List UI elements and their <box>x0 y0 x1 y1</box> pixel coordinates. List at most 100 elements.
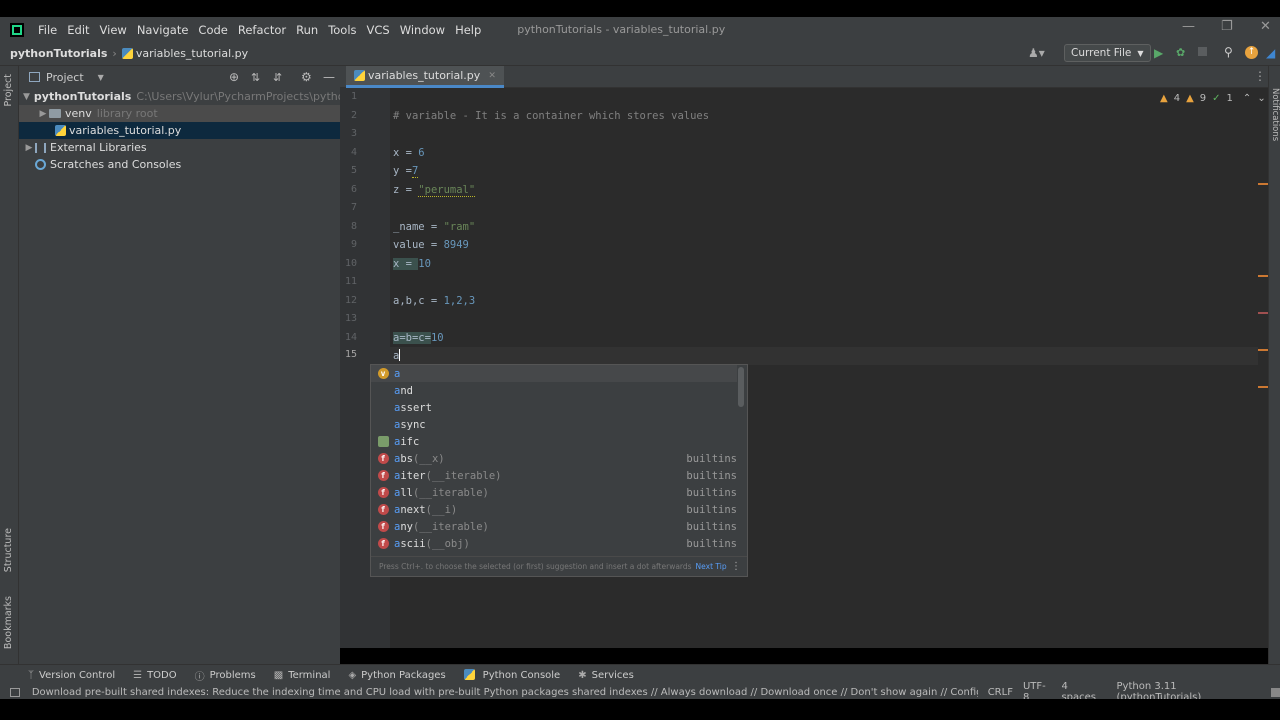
completion-item[interactable]: a sync <box>371 416 737 433</box>
tool-problems[interactable]: ⓘ Problems <box>195 668 256 683</box>
completion-params: (__i) <box>425 503 458 516</box>
completion-item[interactable]: a nd <box>371 382 737 399</box>
gear-icon[interactable]: ⚙ <box>301 70 312 84</box>
completion-item[interactable]: f a scii (__obj) builtins <box>371 535 737 552</box>
package-icon: ◈ <box>348 669 357 681</box>
completion-rest: iter <box>400 469 426 482</box>
menu-run[interactable]: Run <box>296 23 318 37</box>
next-tip-link[interactable]: Next Tip <box>696 562 727 571</box>
breadcrumb-file[interactable]: variables_tutorial.py <box>136 47 248 60</box>
menu-refactor[interactable]: Refactor <box>238 23 286 37</box>
project-panel-title[interactable]: Project <box>46 71 84 84</box>
search-icon[interactable]: ⚲ <box>1224 45 1233 59</box>
tree-item-file[interactable]: variables_tutorial.py <box>19 122 340 139</box>
lock-icon[interactable] <box>1271 687 1280 697</box>
update-icon[interactable]: ↑ <box>1245 46 1258 59</box>
function-icon: f <box>376 453 390 465</box>
run-icon[interactable]: ▶ <box>1154 46 1163 60</box>
menu-help[interactable]: Help <box>455 23 481 37</box>
completion-item[interactable]: f a ll (__iterable) builtins <box>371 484 737 501</box>
line-number: 1 <box>350 91 357 102</box>
file-label: variables_tutorial.py <box>69 124 182 137</box>
root-folder-label: pythonTutorials <box>33 90 132 103</box>
external-libraries-label: External Libraries <box>50 141 147 154</box>
menu-vcs[interactable]: VCS <box>367 23 390 37</box>
jetbrains-logo-icon[interactable]: ◢ <box>1266 46 1275 60</box>
more-options-icon[interactable]: ⋮ <box>731 561 741 572</box>
warning-icon: ▲ <box>1160 93 1168 104</box>
weak-warning-icon: ▲ <box>1186 93 1194 104</box>
menu-window[interactable]: Window <box>400 23 445 37</box>
chevron-down-icon[interactable]: ▼ <box>98 73 104 82</box>
tab-variables-tutorial[interactable]: variables_tutorial.py ✕ <box>346 66 504 88</box>
chevron-right-icon[interactable]: ▶ <box>23 143 35 153</box>
completion-item[interactable]: a ssert <box>371 399 737 416</box>
menu-tools[interactable]: Tools <box>328 23 356 37</box>
tool-python-packages[interactable]: ◈ Python Packages <box>348 670 445 681</box>
completion-item[interactable]: f a bs (__x) builtins <box>371 450 737 467</box>
line-separator[interactable]: CRLF <box>988 687 1013 698</box>
run-config-select[interactable]: Current File ▼ <box>1064 44 1151 62</box>
chevron-down-icon[interactable]: ⌄ <box>1257 93 1265 104</box>
user-icon[interactable]: ♟▾ <box>1028 46 1045 60</box>
function-icon: f <box>376 521 390 533</box>
chevron-up-icon[interactable]: ⌃ <box>1243 93 1251 104</box>
code-text: y = <box>393 165 412 177</box>
menu-view[interactable]: View <box>100 23 127 37</box>
tree-item-root[interactable]: ▼ pythonTutorials C:\Users\Vylur\Pycharm… <box>19 88 340 105</box>
collapse-all-icon[interactable]: ⇵ <box>273 71 282 84</box>
more-options-icon[interactable]: ⋮ <box>1254 69 1266 83</box>
status-message[interactable]: Download pre-built shared indexes: Reduc… <box>32 687 978 698</box>
tool-todo[interactable]: ☰ TODO <box>133 670 177 681</box>
notifications-tool-tab[interactable]: Notifications <box>1270 88 1280 141</box>
restore-icon[interactable]: ❐ <box>1221 19 1233 34</box>
menu-navigate[interactable]: Navigate <box>137 23 189 37</box>
completion-type: builtins <box>686 503 737 516</box>
line-number: 11 <box>344 276 357 287</box>
warning-count: 4 <box>1173 93 1181 104</box>
tree-item-scratches[interactable]: Scratches and Consoles <box>19 156 340 173</box>
tool-services[interactable]: ✱ Services <box>578 670 634 681</box>
completion-item[interactable]: a ifc <box>371 433 737 450</box>
completion-rest: nd <box>400 384 413 397</box>
inspection-widget[interactable]: ▲ 4 ▲ 9 ✓ 1 ⌃ ⌄ <box>1160 93 1266 104</box>
close-icon[interactable]: ✕ <box>1260 19 1271 34</box>
tool-terminal[interactable]: ▩ Terminal <box>274 670 331 681</box>
current-line-highlight <box>390 347 1258 365</box>
hide-panel-icon[interactable]: — <box>323 70 335 84</box>
expand-all-icon[interactable]: ⇅ <box>251 71 260 84</box>
tool-windows-icon[interactable] <box>10 687 20 697</box>
project-tool-tab[interactable]: Project <box>3 74 14 107</box>
completion-scrollbar[interactable] <box>738 367 744 407</box>
left-tool-strip: Project Structure Bookmarks <box>0 66 19 664</box>
menu-edit[interactable]: Edit <box>67 23 89 37</box>
locate-file-icon[interactable]: ⊕ <box>229 70 239 84</box>
tool-python-console[interactable]: Python Console <box>463 668 560 682</box>
code-line: x = 10 <box>393 258 431 270</box>
completion-type: builtins <box>686 486 737 499</box>
close-tab-icon[interactable]: ✕ <box>488 71 496 81</box>
tree-item-external-libraries[interactable]: ▶ External Libraries <box>19 139 340 156</box>
stop-icon[interactable] <box>1198 47 1207 56</box>
menu-file[interactable]: File <box>38 23 57 37</box>
breadcrumb-project[interactable]: pythonTutorials <box>10 47 107 60</box>
completion-hint: Press Ctrl+. to choose the selected (or … <box>379 562 692 571</box>
code-number: 8949 <box>443 239 469 251</box>
code-text: a,b,c = <box>393 295 444 307</box>
chevron-down-icon[interactable]: ▼ <box>23 92 30 102</box>
scratches-label: Scratches and Consoles <box>50 158 182 171</box>
python-file-icon <box>354 70 365 81</box>
tool-version-control[interactable]: ᛉ Version Control <box>28 670 115 681</box>
debug-icon[interactable]: ✿ <box>1176 46 1185 59</box>
chevron-right-icon[interactable]: ▶ <box>37 109 49 119</box>
tree-item-venv[interactable]: ▶ venv library root <box>19 105 340 122</box>
completion-item[interactable]: f a iter (__iterable) builtins <box>371 467 737 484</box>
completion-item[interactable]: f a ny (__iterable) builtins <box>371 518 737 535</box>
function-icon: f <box>376 538 390 550</box>
minimize-icon[interactable]: — <box>1182 19 1195 34</box>
completion-item[interactable]: f a next (__i) builtins <box>371 501 737 518</box>
completion-item[interactable]: v a <box>371 365 737 382</box>
structure-tool-tab[interactable]: Structure <box>3 528 14 572</box>
bookmarks-tool-tab[interactable]: Bookmarks <box>3 596 14 649</box>
menu-code[interactable]: Code <box>198 23 227 37</box>
